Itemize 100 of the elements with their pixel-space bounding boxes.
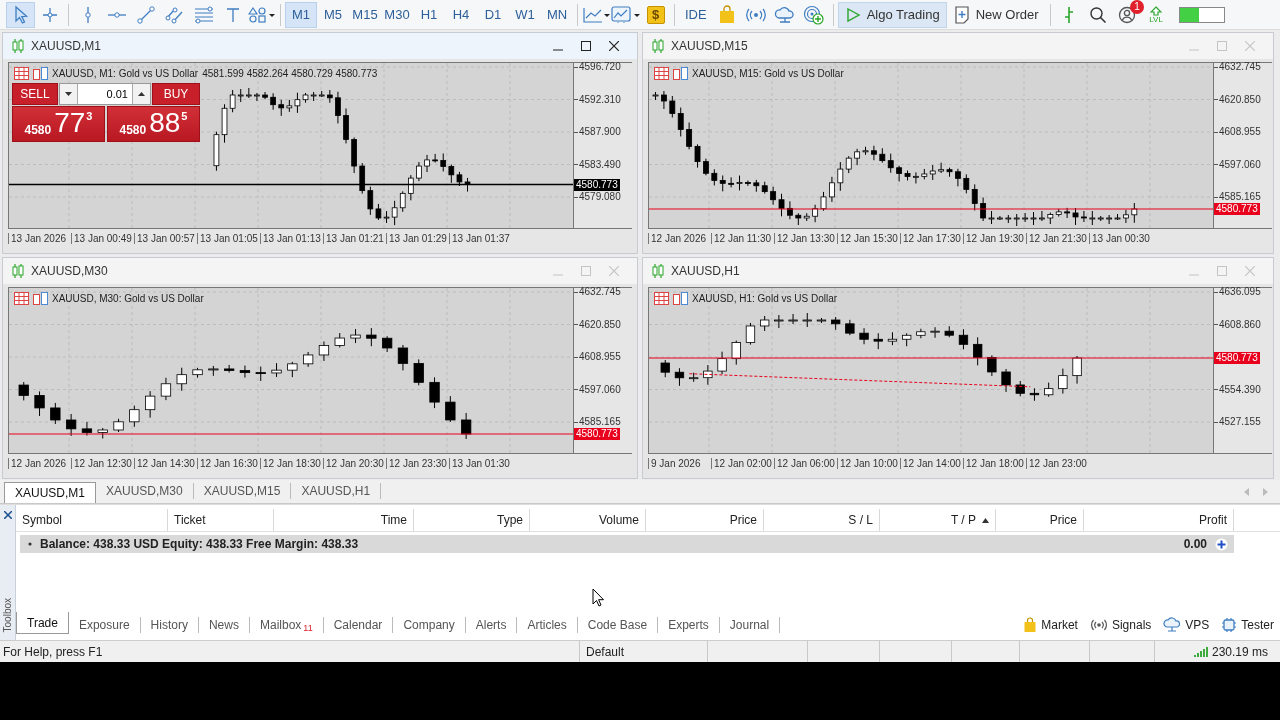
time-axis-label: 12 Jan 2026 [648,232,711,244]
toolbox-tab[interactable]: Articles [517,617,578,633]
new-order-button[interactable]: New Order [946,1,1046,28]
toolbox-tab[interactable]: Trade [16,612,69,634]
price-axis-label: 4608.860 [1214,318,1261,331]
chart-tab[interactable]: XAUUSD,H1 [291,483,382,499]
chart-symbol-label: XAUUSD, H1: Gold vs US Dollar [692,293,838,304]
toolbox-tab[interactable]: History [140,617,199,633]
price-axis-label: 4620.850 [1214,93,1261,106]
market-button[interactable]: Market [1017,617,1084,633]
column-header[interactable]: Profit [1084,509,1234,531]
toolbox-tab[interactable]: News [198,617,250,633]
timeframe-button[interactable]: M1 [285,1,317,28]
price-axis-label: 4554.390 [1214,383,1261,396]
algo-trading-button[interactable]: Algo Trading [837,1,947,28]
ping-value: 230.19 ms [1211,644,1268,659]
price-axis-label: 4596.720 [574,61,621,73]
timeframe-button[interactable]: M30 [381,1,413,28]
window-title: XAUUSD,M15 [671,39,749,53]
price-axis-label: 4608.955 [574,351,621,363]
time-axis-label: 12 Jan 06:00 [774,457,837,469]
help-text: For Help, press F1 [3,644,103,659]
column-header[interactable]: Symbol [16,509,168,531]
toolbox-tab[interactable]: Alerts [465,617,518,633]
timeframe-button[interactable]: D1 [477,1,509,28]
ide-button[interactable]: IDE [679,7,713,22]
timeframe-button[interactable]: H4 [445,1,477,28]
time-axis-label: 12 Jan 19:30 [963,232,1026,244]
column-header[interactable]: Volume [530,509,646,531]
notification-badge: 1 [1130,0,1145,14]
column-header[interactable]: Type [414,509,530,531]
chart-symbol-label: XAUUSD, M1: Gold vs US Dollar [52,68,199,79]
time-axis-label: 13 Jan 01:13 [260,232,323,244]
current-price-tag: 4580.773 [1214,203,1260,215]
time-axis-label: 12 Jan 2026 [8,457,71,469]
ohlc-values: 4581.599 4582.264 4580.729 4580.773 [202,68,378,79]
price-axis-label: 4579.080 [574,191,621,203]
timeframe-button[interactable]: W1 [509,1,541,28]
time-axis-label: 12 Jan 23:30 [386,457,449,469]
time-axis-label: 12 Jan 14:30 [134,457,197,469]
unread-count: 11 [303,623,313,633]
time-axis-label: 12 Jan 02:00 [711,457,774,469]
column-header[interactable]: S / L [764,509,880,531]
column-header[interactable]: Price [646,509,764,531]
column-header[interactable]: Ticket [168,509,274,531]
time-axis-label: 12 Jan 13:30 [774,232,837,244]
chart-tab[interactable]: XAUUSD,M1 [4,482,96,503]
tester-button[interactable]: Tester [1215,617,1280,633]
time-axis-label: 13 Jan 01:21 [323,232,386,244]
current-price-tag: 4580.773 [574,178,620,191]
column-header[interactable]: Price [996,509,1084,531]
timeframe-button[interactable]: M15 [349,1,381,28]
timeframe-button[interactable]: H1 [413,1,445,28]
toolbox-tab[interactable]: Calendar [323,617,394,633]
chart-symbol-label: XAUUSD, M15: Gold vs US Dollar [692,68,844,79]
timeframe-button[interactable]: M5 [317,1,349,28]
signals-button[interactable]: Signals [1083,618,1158,632]
time-axis-label: 13 Jan 01:37 [449,232,512,244]
time-axis-label: 13 Jan 01:05 [197,232,260,244]
buy-button[interactable]: BUY [152,83,200,105]
time-axis-label: 9 Jan 2026 [648,457,711,469]
time-axis-label: 13 Jan 00:30 [1089,232,1152,244]
price-axis-label: 4636.095 [1214,286,1261,298]
toolbox-label: Toolbox [1,597,14,632]
timeframe-button[interactable]: MN [541,1,573,28]
time-axis-label: 13 Jan 2026 [8,232,71,244]
sell-button[interactable]: SELL [12,83,58,105]
toolbox-tab[interactable]: Experts [658,617,720,633]
toolbox-tab[interactable]: Company [393,617,466,633]
volume-field[interactable]: 0.01 [59,83,151,105]
current-price-tag: 4580.773 [1214,352,1260,364]
toolbox-tab[interactable]: Journal [719,617,781,633]
time-axis-label: 12 Jan 23:00 [1026,457,1089,469]
column-header[interactable]: T / P [880,509,996,531]
price-axis-label: 4587.900 [574,126,621,138]
current-price-tag: 4580.773 [574,428,620,440]
window-title: XAUUSD,M30 [31,264,109,278]
column-header[interactable]: Time [274,509,414,531]
time-axis-label: 12 Jan 17:30 [900,232,963,244]
price-axis-label: 4583.490 [574,158,621,171]
toolbox-tab[interactable]: Exposure [68,617,141,633]
chart-tab[interactable]: XAUUSD,M15 [193,483,292,499]
price-axis-label: 4597.060 [1214,158,1261,171]
price-axis-label: 4527.155 [1214,416,1261,428]
toolbox-tab[interactable]: Code Base [577,617,659,633]
profile-name: Default [586,644,625,659]
time-axis-label: 12 Jan 21:30 [1026,232,1089,244]
chart-tab[interactable]: XAUUSD,M30 [96,483,194,499]
level-label: LVL [1149,15,1163,24]
price-axis-label: 4585.165 [1214,191,1261,203]
price-axis-label: 4597.060 [574,383,621,396]
time-axis-label: 12 Jan 10:00 [837,457,900,469]
price-axis-label: 4632.745 [1214,61,1261,73]
time-axis-label: 12 Jan 20:30 [323,457,386,469]
time-axis-label: 13 Jan 01:29 [386,232,449,244]
price-axis-label: 4620.850 [574,318,621,331]
dollar-icon[interactable]: $ [646,5,665,24]
vps-button[interactable]: VPS [1157,617,1216,633]
account-summary: Balance: 438.33 USD Equity: 438.33 Free Margin: 438.33 [40,537,360,551]
window-title: XAUUSD,M1 [31,39,102,53]
